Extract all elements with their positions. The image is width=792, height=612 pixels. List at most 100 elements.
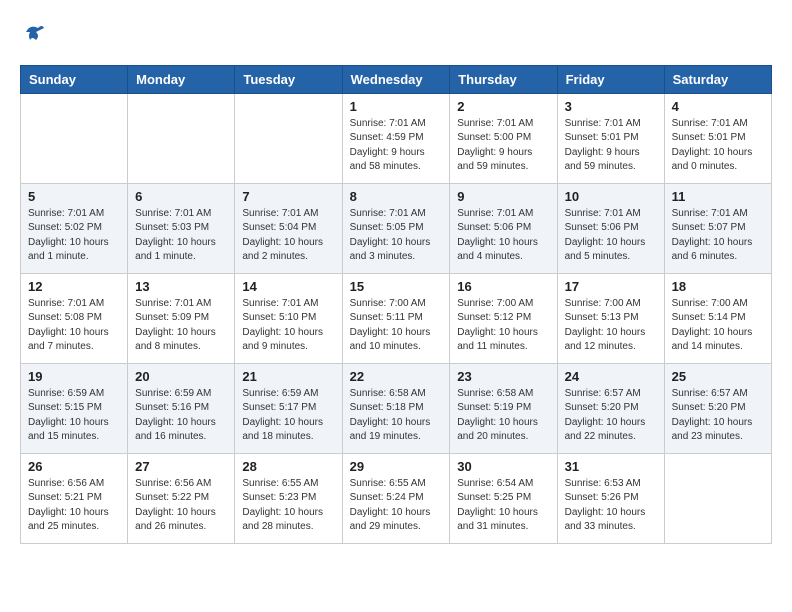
day-info: Sunrise: 7:01 AM Sunset: 5:04 PM Dayligh… (242, 207, 334, 265)
day-info: Sunrise: 7:01 AM Sunset: 5:03 PM Dayligh… (135, 207, 227, 265)
day-info: Sunrise: 6:56 AM Sunset: 5:21 PM Dayligh… (28, 477, 120, 535)
day-info: Sunrise: 6:55 AM Sunset: 5:24 PM Dayligh… (350, 477, 443, 535)
calendar-cell: 25 Sunrise: 6:57 AM Sunset: 5:20 PM Dayli… (664, 363, 771, 453)
day-number: 19 (28, 369, 120, 384)
day-number: 12 (28, 279, 120, 294)
week-row-1: 1 Sunrise: 7:01 AM Sunset: 4:59 PM Daylig… (21, 93, 772, 183)
day-info: Sunrise: 6:56 AM Sunset: 5:22 PM Dayligh… (135, 477, 227, 535)
calendar-cell (128, 93, 235, 183)
calendar-cell: 18 Sunrise: 7:00 AM Sunset: 5:14 PM Dayli… (664, 273, 771, 363)
week-row-4: 19 Sunrise: 6:59 AM Sunset: 5:15 PM Dayli… (21, 363, 772, 453)
day-info: Sunrise: 6:55 AM Sunset: 5:23 PM Dayligh… (242, 477, 334, 535)
weekday-header-tuesday: Tuesday (235, 65, 342, 93)
day-info: Sunrise: 7:01 AM Sunset: 5:02 PM Dayligh… (28, 207, 120, 265)
day-number: 28 (242, 459, 334, 474)
calendar-cell: 7 Sunrise: 7:01 AM Sunset: 5:04 PM Daylig… (235, 183, 342, 273)
day-number: 31 (565, 459, 657, 474)
day-info: Sunrise: 6:58 AM Sunset: 5:19 PM Dayligh… (457, 387, 549, 445)
calendar-cell: 10 Sunrise: 7:01 AM Sunset: 5:06 PM Dayli… (557, 183, 664, 273)
day-number: 23 (457, 369, 549, 384)
day-info: Sunrise: 7:01 AM Sunset: 5:08 PM Dayligh… (28, 297, 120, 355)
day-info: Sunrise: 7:01 AM Sunset: 5:00 PM Dayligh… (457, 117, 549, 175)
day-number: 18 (672, 279, 764, 294)
calendar-cell: 8 Sunrise: 7:01 AM Sunset: 5:05 PM Daylig… (342, 183, 450, 273)
day-number: 24 (565, 369, 657, 384)
day-info: Sunrise: 7:00 AM Sunset: 5:13 PM Dayligh… (565, 297, 657, 355)
calendar-cell: 28 Sunrise: 6:55 AM Sunset: 5:23 PM Dayli… (235, 453, 342, 543)
logo (20, 20, 46, 49)
day-number: 3 (565, 99, 657, 114)
day-number: 15 (350, 279, 443, 294)
calendar-cell: 9 Sunrise: 7:01 AM Sunset: 5:06 PM Daylig… (450, 183, 557, 273)
weekday-header-saturday: Saturday (664, 65, 771, 93)
calendar-cell: 21Sunrise: 6:59 AM Sunset: 5:17 PM Dayli… (235, 363, 342, 453)
calendar-cell (664, 453, 771, 543)
week-row-2: 5 Sunrise: 7:01 AM Sunset: 5:02 PM Daylig… (21, 183, 772, 273)
day-info: Sunrise: 7:01 AM Sunset: 5:01 PM Dayligh… (672, 117, 764, 175)
calendar-cell: 1 Sunrise: 7:01 AM Sunset: 4:59 PM Daylig… (342, 93, 450, 183)
day-number: 7 (242, 189, 334, 204)
day-info: Sunrise: 7:01 AM Sunset: 4:59 PM Dayligh… (350, 117, 443, 175)
calendar-cell: 6Sunrise: 7:01 AM Sunset: 5:03 PM Daylig… (128, 183, 235, 273)
day-number: 21 (242, 369, 334, 384)
weekday-header-wednesday: Wednesday (342, 65, 450, 93)
day-info: Sunrise: 7:01 AM Sunset: 5:06 PM Dayligh… (457, 207, 549, 265)
day-number: 14 (242, 279, 334, 294)
day-info: Sunrise: 6:54 AM Sunset: 5:25 PM Dayligh… (457, 477, 549, 535)
day-info: Sunrise: 6:58 AM Sunset: 5:18 PM Dayligh… (350, 387, 443, 445)
day-number: 13 (135, 279, 227, 294)
calendar-cell (235, 93, 342, 183)
week-row-3: 12 Sunrise: 7:01 AM Sunset: 5:08 PM Dayli… (21, 273, 772, 363)
calendar-cell: 16Sunrise: 7:00 AM Sunset: 5:12 PM Dayli… (450, 273, 557, 363)
day-number: 10 (565, 189, 657, 204)
day-info: Sunrise: 7:00 AM Sunset: 5:11 PM Dayligh… (350, 297, 443, 355)
calendar-cell: 22 Sunrise: 6:58 AM Sunset: 5:18 PM Dayli… (342, 363, 450, 453)
weekday-header-row: SundayMondayTuesdayWednesdayThursdayFrid… (21, 65, 772, 93)
day-number: 8 (350, 189, 443, 204)
day-info: Sunrise: 7:01 AM Sunset: 5:05 PM Dayligh… (350, 207, 443, 265)
calendar-cell: 3 Sunrise: 7:01 AM Sunset: 5:01 PM Daylig… (557, 93, 664, 183)
day-number: 22 (350, 369, 443, 384)
calendar-cell: 5 Sunrise: 7:01 AM Sunset: 5:02 PM Daylig… (21, 183, 128, 273)
day-number: 25 (672, 369, 764, 384)
day-number: 20 (135, 369, 227, 384)
day-number: 9 (457, 189, 549, 204)
day-number: 26 (28, 459, 120, 474)
day-number: 29 (350, 459, 443, 474)
week-row-5: 26 Sunrise: 6:56 AM Sunset: 5:21 PM Dayli… (21, 453, 772, 543)
calendar-cell (21, 93, 128, 183)
day-info: Sunrise: 6:59 AM Sunset: 5:16 PM Dayligh… (135, 387, 227, 445)
weekday-header-thursday: Thursday (450, 65, 557, 93)
page-header (20, 20, 772, 49)
calendar-cell: 17Sunrise: 7:00 AM Sunset: 5:13 PM Dayli… (557, 273, 664, 363)
calendar-cell: 13 Sunrise: 7:01 AM Sunset: 5:09 PM Dayli… (128, 273, 235, 363)
day-info: Sunrise: 7:01 AM Sunset: 5:01 PM Dayligh… (565, 117, 657, 175)
calendar-cell: 31 Sunrise: 6:53 AM Sunset: 5:26 PM Dayli… (557, 453, 664, 543)
day-info: Sunrise: 7:01 AM Sunset: 5:10 PM Dayligh… (242, 297, 334, 355)
calendar-cell: 24Sunrise: 6:57 AM Sunset: 5:20 PM Dayli… (557, 363, 664, 453)
day-info: Sunrise: 6:59 AM Sunset: 5:15 PM Dayligh… (28, 387, 120, 445)
calendar-cell: 14 Sunrise: 7:01 AM Sunset: 5:10 PM Dayli… (235, 273, 342, 363)
calendar-cell: 29 Sunrise: 6:55 AM Sunset: 5:24 PM Dayli… (342, 453, 450, 543)
day-number: 30 (457, 459, 549, 474)
calendar-cell: 20 Sunrise: 6:59 AM Sunset: 5:16 PM Dayli… (128, 363, 235, 453)
day-info: Sunrise: 7:00 AM Sunset: 5:14 PM Dayligh… (672, 297, 764, 355)
calendar-cell: 12 Sunrise: 7:01 AM Sunset: 5:08 PM Dayli… (21, 273, 128, 363)
calendar-cell: 23 Sunrise: 6:58 AM Sunset: 5:19 PM Dayli… (450, 363, 557, 453)
calendar-cell: 15 Sunrise: 7:00 AM Sunset: 5:11 PM Dayli… (342, 273, 450, 363)
day-number: 1 (350, 99, 443, 114)
day-info: Sunrise: 7:01 AM Sunset: 5:06 PM Dayligh… (565, 207, 657, 265)
day-number: 4 (672, 99, 764, 114)
logo-bird-icon (22, 20, 46, 44)
day-info: Sunrise: 6:57 AM Sunset: 5:20 PM Dayligh… (672, 387, 764, 445)
day-info: Sunrise: 7:00 AM Sunset: 5:12 PM Dayligh… (457, 297, 549, 355)
calendar-table: SundayMondayTuesdayWednesdayThursdayFrid… (20, 65, 772, 544)
calendar-cell: 30 Sunrise: 6:54 AM Sunset: 5:25 PM Dayli… (450, 453, 557, 543)
day-number: 5 (28, 189, 120, 204)
day-number: 2 (457, 99, 549, 114)
day-info: Sunrise: 6:53 AM Sunset: 5:26 PM Dayligh… (565, 477, 657, 535)
weekday-header-friday: Friday (557, 65, 664, 93)
day-info: Sunrise: 7:01 AM Sunset: 5:07 PM Dayligh… (672, 207, 764, 265)
day-info: Sunrise: 7:01 AM Sunset: 5:09 PM Dayligh… (135, 297, 227, 355)
calendar-cell: 27Sunrise: 6:56 AM Sunset: 5:22 PM Dayli… (128, 453, 235, 543)
